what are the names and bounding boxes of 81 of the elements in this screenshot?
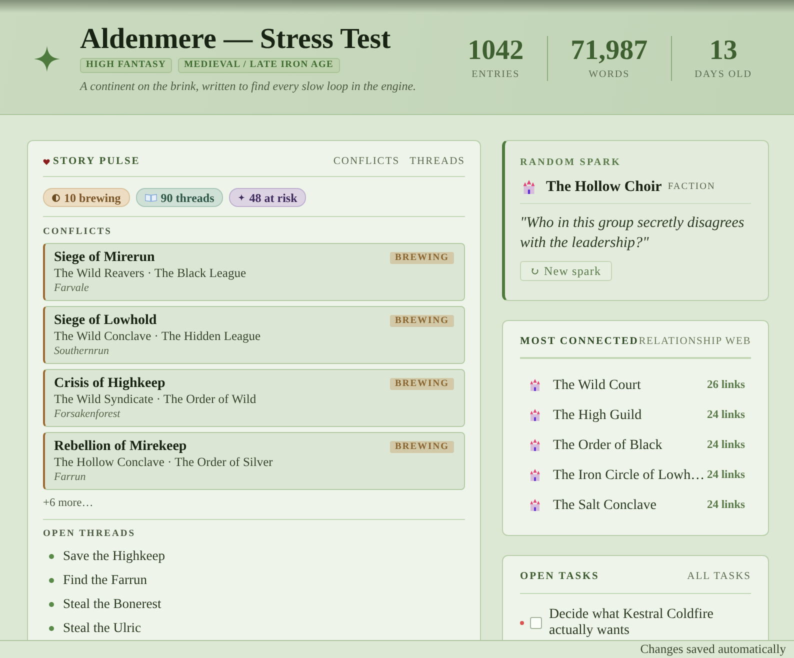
- conflict-location: Forsakenforest: [54, 407, 122, 421]
- section-link[interactable]: ALL TASKS: [687, 570, 751, 584]
- conflict-card[interactable]: Rebellion of Mirekeep BREWING The Hollow Conclave · The Order of Silver Farrun: [43, 432, 465, 490]
- bullet-icon: [49, 626, 54, 630]
- entity-link[interactable]: The Wild Court: [553, 376, 707, 394]
- section-link[interactable]: CONFLICTS: [333, 155, 400, 169]
- half-circle-icon: [52, 194, 60, 202]
- thread-item[interactable]: Steal the Bonerest: [63, 596, 162, 612]
- section-title: OPEN TASKS: [520, 570, 600, 584]
- status-badge: BREWING: [390, 314, 454, 326]
- thread-item[interactable]: Steal the Ulric: [63, 620, 141, 636]
- entity-link[interactable]: The Order of Black: [553, 436, 707, 454]
- status-badge: BREWING: [390, 378, 454, 390]
- status-badge: BREWING: [390, 440, 454, 452]
- section-link[interactable]: RELATIONSHIP WEB: [638, 335, 751, 349]
- castle-icon: [529, 499, 541, 511]
- refresh-icon: [531, 267, 539, 275]
- stat-value: 71,987: [570, 36, 648, 66]
- task-checkbox[interactable]: [530, 617, 542, 629]
- castle-icon: [529, 379, 541, 391]
- link-count: 24 links: [706, 439, 745, 451]
- thread-item[interactable]: Save the Highkeep: [63, 548, 165, 564]
- heart-icon: [43, 159, 50, 165]
- conflict-card[interactable]: Siege of Lowhold BREWING The Wild Conclave · The Hidden League Southernrun: [43, 306, 465, 364]
- section-link[interactable]: THREADS: [410, 155, 465, 169]
- stat-value: 1042: [468, 36, 524, 66]
- conflict-title: Rebellion of Mirekeep: [54, 438, 187, 455]
- book-icon: [144, 193, 157, 202]
- entity-type: FACTION: [668, 182, 716, 192]
- conflict-factions: The Hollow Conclave · The Order of Silver: [54, 455, 274, 470]
- stat-chip: 10 brewing: [43, 188, 130, 207]
- subsection-heading: CONFLICTS: [43, 226, 113, 238]
- world-title: Aldenmere — Stress Test: [80, 24, 391, 54]
- castle-icon: [522, 180, 536, 194]
- thread-item[interactable]: Find the Farrun: [63, 572, 147, 588]
- bullet-icon: [49, 578, 54, 582]
- stat-label: DAYS OLD: [694, 68, 752, 80]
- entity-link[interactable]: The Salt Conclave: [553, 496, 707, 514]
- stat-chip: 48 at risk: [229, 188, 306, 207]
- entity-link[interactable]: The Hollow Choir: [546, 178, 662, 196]
- bullet-icon: [49, 554, 54, 558]
- genre-tag: MEDIEVAL / LATE IRON AGE: [178, 58, 340, 73]
- status-badge: BREWING: [390, 252, 454, 264]
- sparkle-icon: [238, 194, 246, 201]
- conflict-title: Siege of Lowhold: [54, 312, 157, 329]
- conflict-factions: The Wild Syndicate · The Order of Wild: [54, 392, 258, 407]
- section-title: MOST CONNECTED: [520, 335, 639, 349]
- castle-icon: [529, 469, 541, 481]
- castle-icon: [529, 439, 541, 451]
- link-count: 24 links: [706, 499, 745, 511]
- more-link[interactable]: +6 more…: [43, 496, 94, 510]
- stat-chip: 90 threads: [136, 188, 224, 207]
- world-subtitle: A continent on the brink, written to find every slow loop in the engine.: [80, 79, 416, 94]
- save-status-text: Changes saved automatically: [640, 642, 786, 657]
- conflict-card[interactable]: Siege of Mirerun BREWING The Wild Reavers · The Black League Farvale: [43, 243, 465, 301]
- stat-value: 13: [709, 36, 738, 66]
- entity-link[interactable]: The Iron Circle of Lowh…: [553, 466, 707, 484]
- link-count: 26 links: [706, 379, 745, 391]
- spark-prompt: "Who in this group secretly disagrees with the leadership?": [520, 214, 746, 253]
- conflict-card[interactable]: Crisis of Highkeep BREWING The Wild Syndicate · The Order of Wild Forsakenforest: [43, 369, 465, 427]
- task-text: Decide what Kestral Coldfire actually wants: [549, 607, 714, 639]
- castle-icon: [529, 409, 541, 421]
- stat-label: ENTRIES: [472, 68, 520, 80]
- genre-tag: HIGH FANTASY: [80, 58, 172, 73]
- section-title: RANDOM SPARK: [520, 156, 622, 169]
- link-count: 24 links: [706, 469, 745, 481]
- conflict-title: Crisis of Highkeep: [54, 375, 166, 392]
- conflict-title: Siege of Mirerun: [54, 249, 155, 266]
- conflict-location: Southernrun: [54, 344, 110, 358]
- link-count: 24 links: [706, 409, 745, 421]
- new-spark-button[interactable]: New spark: [520, 261, 612, 281]
- entity-link[interactable]: The High Guild: [553, 406, 707, 424]
- conflict-factions: The Wild Conclave · The Hidden League: [54, 329, 262, 344]
- sparkle-icon: [34, 46, 60, 72]
- bullet-icon: [49, 602, 54, 606]
- subsection-heading: OPEN THREADS: [43, 528, 137, 540]
- conflict-location: Farvale: [54, 281, 90, 295]
- conflict-location: Farrun: [54, 470, 87, 484]
- section-title: STORY PULSE: [53, 155, 140, 169]
- conflict-factions: The Wild Reavers · The Black League: [54, 266, 248, 281]
- stat-label: WORDS: [588, 68, 630, 80]
